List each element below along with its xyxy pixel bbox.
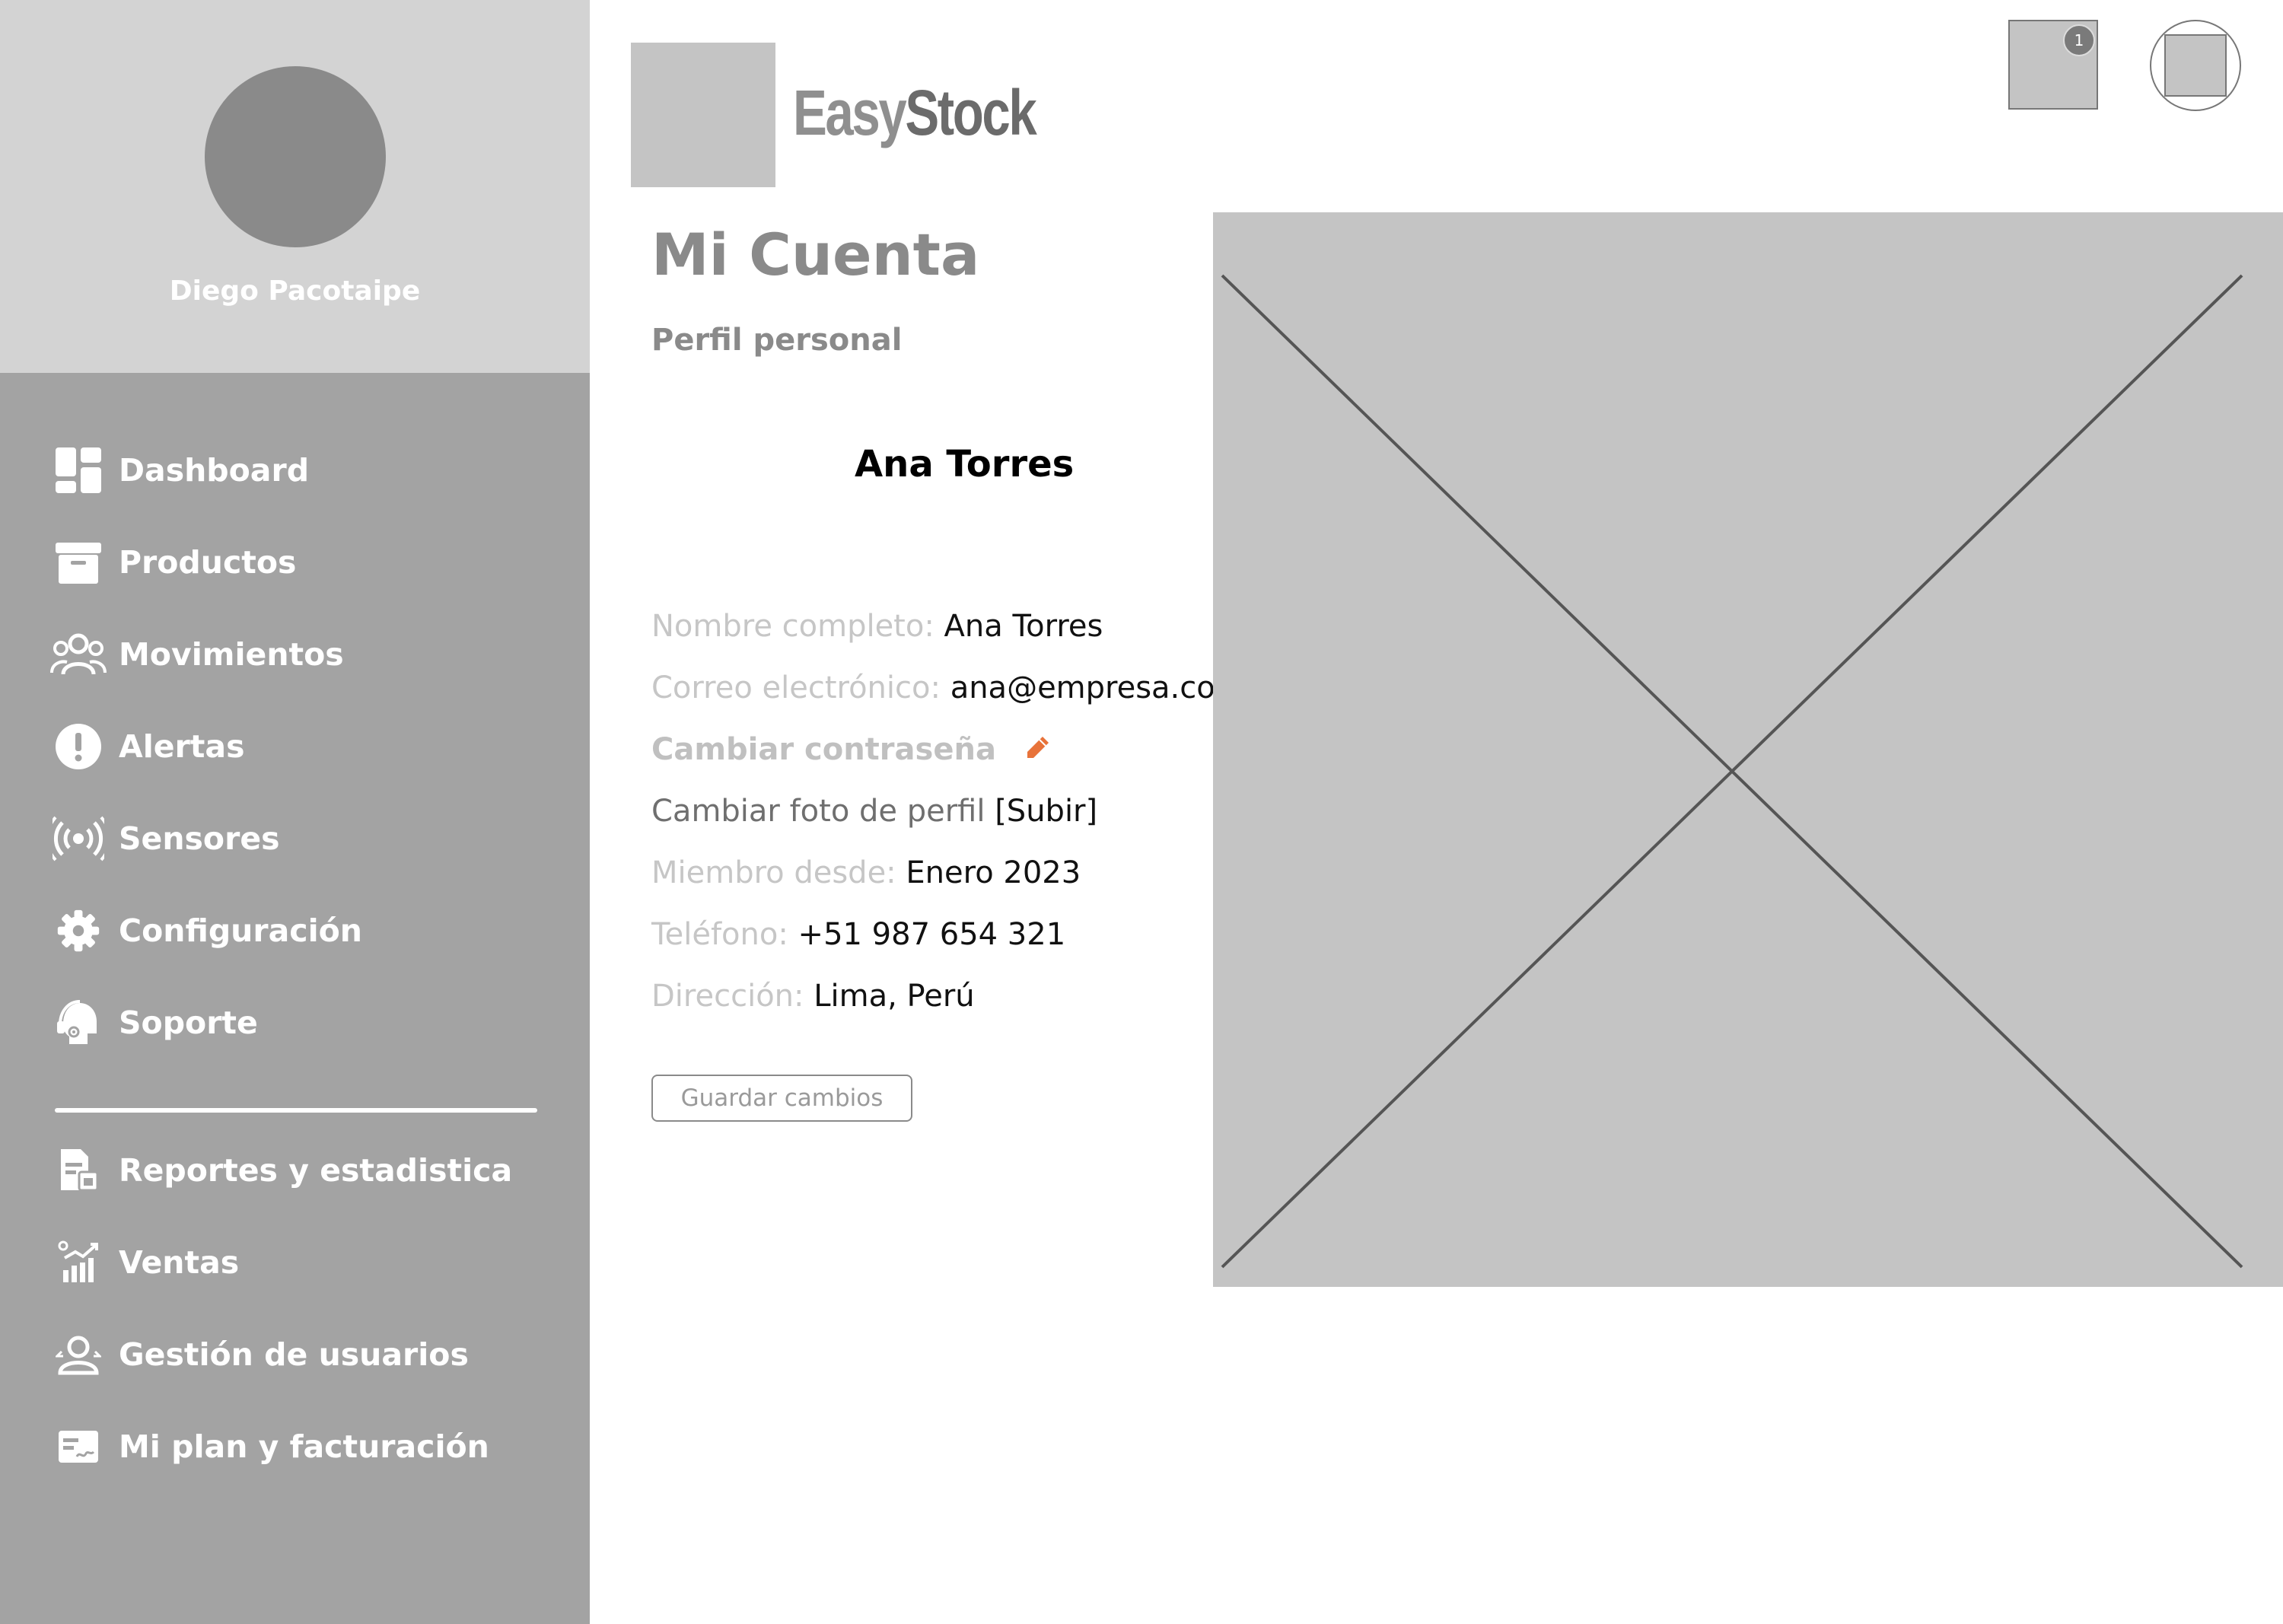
sidebar-item-soporte[interactable]: Soporte	[50, 992, 258, 1053]
dashboard-icon	[50, 442, 107, 498]
sidebar-item-label: Alertas	[119, 728, 245, 765]
sidebar-item-label: Reportes y estadistica	[119, 1152, 513, 1189]
sidebar: Diego Pacotaipe Dashboard Productos Movi…	[0, 0, 590, 1624]
field-value[interactable]: Lima, Perú	[814, 979, 974, 1014]
report-document-icon	[50, 1142, 107, 1199]
sidebar-item-configuracion[interactable]: Configuración	[50, 900, 362, 961]
change-photo-label: Cambiar foto de perfil	[651, 794, 985, 829]
sidebar-item-label: Productos	[119, 544, 297, 581]
brand-part-stock: Stock	[905, 77, 1036, 148]
user-menu-button[interactable]	[2150, 20, 2241, 111]
page-title: Mi Cuenta	[651, 221, 980, 288]
user-management-icon	[50, 1326, 107, 1383]
save-changes-button[interactable]: Guardar cambios	[651, 1075, 912, 1122]
field-email: Correo electrónico: ana@empresa.com	[651, 670, 1245, 705]
logo-placeholder	[631, 43, 775, 187]
change-password-link[interactable]: Cambiar contraseña	[651, 732, 996, 767]
change-photo-row: Cambiar foto de perfil [Subir]	[651, 794, 1097, 829]
account-user-name: Ana Torres	[855, 443, 1075, 486]
field-phone: Teléfono: +51 987 654 321	[651, 917, 1065, 952]
field-address: Dirección: Lima, Perú	[651, 979, 975, 1014]
alert-circle-icon	[50, 718, 107, 775]
sidebar-item-sensores[interactable]: Sensores	[50, 808, 280, 869]
billing-card-icon	[50, 1419, 107, 1475]
image-placeholder	[1213, 212, 2283, 1287]
placeholder-cross-icon	[1221, 274, 2243, 1269]
gear-icon	[50, 903, 107, 959]
sidebar-item-label: Soporte	[119, 1005, 258, 1041]
archive-box-icon	[50, 534, 107, 591]
sales-chart-icon	[50, 1234, 107, 1291]
sidebar-item-label: Sensores	[119, 820, 280, 857]
sidebar-divider	[55, 1108, 537, 1113]
sidebar-item-ventas[interactable]: Ventas	[50, 1232, 239, 1293]
notification-count-badge: 1	[2063, 24, 2095, 56]
pencil-edit-icon[interactable]	[1024, 734, 1052, 769]
sidebar-item-alertas[interactable]: Alertas	[50, 716, 244, 777]
sidebar-item-label: Configuración	[119, 912, 362, 949]
page-subtitle: Perfil personal	[651, 323, 903, 358]
sidebar-item-productos[interactable]: Productos	[50, 532, 296, 593]
users-group-icon	[50, 626, 107, 683]
notifications-button[interactable]: 1	[2008, 20, 2098, 110]
change-password-row[interactable]: Cambiar contraseña	[651, 732, 1052, 769]
broadcast-sensor-icon	[50, 810, 107, 867]
profile-name: Diego Pacotaipe	[169, 275, 421, 307]
sidebar-item-mi-plan[interactable]: Mi plan y facturación	[50, 1416, 489, 1477]
sidebar-item-label: Mi plan y facturación	[119, 1428, 489, 1465]
sidebar-item-reportes[interactable]: Reportes y estadistica	[50, 1140, 512, 1201]
brand-logo-text: EasyStock	[793, 76, 1037, 150]
headset-support-icon	[50, 995, 107, 1051]
sidebar-item-label: Gestión de usuarios	[119, 1336, 469, 1373]
upload-photo-button[interactable]: [Subir]	[995, 794, 1097, 829]
user-avatar-placeholder-icon	[2164, 34, 2227, 97]
sidebar-item-movimientos[interactable]: Movimientos	[50, 624, 344, 685]
field-value[interactable]: +51 987 654 321	[798, 917, 1066, 952]
sidebar-item-dashboard[interactable]: Dashboard	[50, 440, 309, 501]
field-label: Miembro desde:	[651, 855, 896, 890]
field-label: Teléfono:	[651, 917, 788, 952]
sidebar-item-gestion-usuarios[interactable]: Gestión de usuarios	[50, 1324, 469, 1385]
field-full-name: Nombre completo: Ana Torres	[651, 609, 1103, 644]
sidebar-item-label: Dashboard	[119, 452, 310, 489]
field-label: Nombre completo:	[651, 609, 935, 644]
brand-part-easy: Easy	[793, 77, 907, 148]
field-member-since: Miembro desde: Enero 2023	[651, 855, 1081, 890]
field-label: Correo electrónico:	[651, 670, 941, 705]
field-value[interactable]: ana@empresa.com	[950, 670, 1245, 705]
sidebar-item-label: Movimientos	[119, 636, 344, 673]
sidebar-profile-panel: Diego Pacotaipe	[0, 0, 590, 373]
field-label: Dirección:	[651, 979, 804, 1014]
field-value: Enero 2023	[906, 855, 1081, 890]
avatar[interactable]	[205, 66, 386, 247]
sidebar-item-label: Ventas	[119, 1244, 240, 1281]
field-value[interactable]: Ana Torres	[944, 609, 1103, 644]
